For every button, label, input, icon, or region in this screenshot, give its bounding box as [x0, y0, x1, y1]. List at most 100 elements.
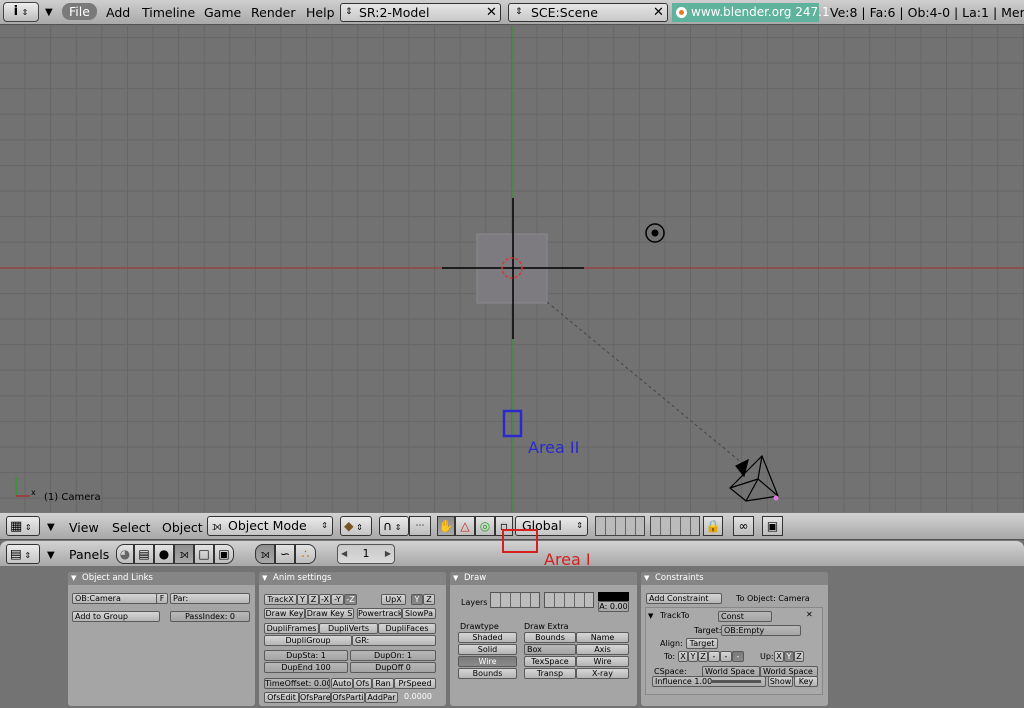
dupon-field[interactable]: DupOn: 1 — [350, 650, 436, 661]
powertrack-button[interactable]: Powertrack — [357, 608, 402, 619]
editor-type-button[interactable]: i ⇕ — [3, 2, 39, 22]
rotate-manipulator[interactable]: ◎ — [475, 516, 495, 536]
align-target-button[interactable]: Target — [686, 638, 718, 649]
texspace-button[interactable]: TexSpace — [524, 656, 576, 667]
up-y-button[interactable]: Y — [784, 651, 794, 662]
to-negy-button[interactable]: - — [720, 651, 732, 662]
bounds-button[interactable]: Bounds — [524, 632, 576, 643]
drawtype-solid[interactable]: Solid — [458, 644, 517, 655]
axis-button[interactable]: Axis — [576, 644, 629, 655]
menu-object[interactable]: Object — [162, 520, 203, 535]
up-z-button[interactable]: Z — [794, 651, 804, 662]
add-to-group-button[interactable]: Add to Group — [72, 611, 160, 622]
editor-type-button[interactable]: ▤ ⇕ — [6, 544, 40, 564]
object-color-swatch[interactable] — [598, 592, 629, 601]
dupoff-field[interactable]: DupOff 0 — [350, 662, 436, 673]
menu-file[interactable]: File — [62, 3, 97, 20]
close-icon[interactable]: ✕ — [806, 610, 813, 620]
menu-select[interactable]: Select — [112, 520, 151, 535]
dupend-field[interactable]: DupEnd 100 — [264, 662, 348, 673]
menu-game[interactable]: Game — [204, 5, 241, 20]
to-negz-button[interactable]: - — [732, 651, 744, 662]
close-icon[interactable]: ✕ — [484, 5, 499, 20]
parent-field[interactable]: Par: — [170, 593, 250, 604]
track-negz-button[interactable]: -Z — [344, 594, 357, 605]
expand-triangle-icon[interactable]: ▼ — [648, 611, 653, 621]
track-negx-button[interactable]: -X — [319, 594, 331, 605]
addpar-button[interactable]: AddPar — [365, 692, 398, 703]
to-x-button[interactable]: X — [678, 651, 688, 662]
time-offset-field[interactable]: TimeOffset: 0.00 — [264, 678, 330, 689]
scene-context-button[interactable]: ▣ — [214, 544, 234, 564]
up-y-button[interactable]: Y — [411, 594, 423, 605]
to-negx-button[interactable]: - — [708, 651, 720, 662]
menu-view[interactable]: View — [69, 520, 99, 535]
fake-user-button[interactable]: F — [156, 593, 168, 604]
transp-button[interactable]: Transp — [524, 668, 576, 679]
add-constraint-button[interactable]: Add Constraint — [646, 593, 722, 604]
collapse-triangle-icon[interactable]: ▼ — [47, 522, 55, 533]
slowpa-button[interactable]: SlowPa — [402, 608, 436, 619]
name-button[interactable]: Name — [576, 632, 629, 643]
close-icon[interactable]: ✕ — [651, 5, 666, 20]
drawtype-bounds[interactable]: Bounds — [458, 668, 517, 679]
auto-button[interactable]: Auto — [331, 678, 353, 689]
mode-selector[interactable]: ⟕ Object Mode ⇕ — [207, 516, 333, 536]
menu-help[interactable]: Help — [306, 5, 335, 20]
track-z-button[interactable]: Z — [308, 594, 319, 605]
panel-title[interactable]: Anim settings — [259, 572, 446, 585]
object-subcontext-button[interactable]: ⟕ — [255, 544, 275, 564]
editing-context-button[interactable]: □ — [194, 544, 214, 564]
menu-timeline[interactable]: Timeline — [142, 5, 195, 20]
script-context-button[interactable]: ▤ — [134, 544, 154, 564]
screen-selector[interactable]: ⇕ SR:2-Model ✕ — [340, 3, 501, 22]
wire-button[interactable]: Wire — [576, 656, 629, 667]
track-y-button[interactable]: Y — [297, 594, 308, 605]
collapse-triangle-icon[interactable]: ▼ — [45, 7, 53, 18]
shading-context-button[interactable]: ● — [154, 544, 174, 564]
object-layers-grid-1[interactable] — [490, 592, 540, 608]
menu-add[interactable]: Add — [106, 5, 130, 20]
ofspare-button[interactable]: OfsPare — [299, 692, 331, 703]
track-negy-button[interactable]: -Y — [331, 594, 344, 605]
object-layers-grid-2[interactable] — [544, 592, 594, 608]
particles-subcontext-button[interactable]: ∴ — [295, 544, 316, 564]
ran-button[interactable]: Ran — [372, 678, 394, 689]
drawtype-shaded[interactable]: Shaded — [458, 632, 517, 643]
to-y-button[interactable]: Y — [688, 651, 698, 662]
draw-type-selector[interactable]: ◆ ⇕ — [340, 516, 372, 536]
3d-viewport[interactable]: x (1) Camera Area II — [0, 26, 1024, 512]
pass-index-field[interactable]: PassIndex: 0 — [170, 611, 250, 622]
track-x-button[interactable]: TrackX — [264, 594, 297, 605]
panel-title[interactable]: Object and Links — [68, 572, 255, 585]
ofsparti-button[interactable]: OfsParti — [331, 692, 365, 703]
physics-subcontext-button[interactable]: ∽ — [275, 544, 295, 564]
prspeed-button[interactable]: PrSpeed — [394, 678, 436, 689]
lock-layers-button[interactable]: 🔒 — [703, 516, 723, 536]
dupliframes-button[interactable]: DupliFrames — [264, 623, 319, 634]
target-field[interactable]: OB:Empty — [721, 625, 801, 636]
to-z-button[interactable]: Z — [698, 651, 708, 662]
object-context-button[interactable]: ⟕ — [174, 544, 194, 564]
alpha-field[interactable]: A: 0.00 — [598, 601, 629, 612]
pivot-options-button[interactable]: ⋯ — [409, 516, 431, 536]
blender-url-link[interactable]: www.blender.org 247.1 — [672, 3, 830, 22]
translate-manipulator[interactable]: △ — [455, 516, 475, 536]
collapse-triangle-icon[interactable]: ▼ — [47, 550, 55, 561]
pivot-selector[interactable]: ∩ ⇕ — [379, 516, 409, 536]
key-button[interactable]: Key — [794, 676, 818, 687]
panel-title[interactable]: Draw — [450, 572, 637, 585]
constraint-name-field[interactable]: Const — [718, 611, 772, 622]
dupligroup-button[interactable]: DupliGroup — [264, 635, 352, 646]
group-field[interactable]: GR: — [352, 635, 436, 646]
render-view-button[interactable]: ▣ — [762, 516, 783, 536]
dupsta-field[interactable]: DupSta: 1 — [264, 650, 348, 661]
show-button[interactable]: Show — [768, 676, 793, 687]
manipulator-toggle[interactable]: ✋ — [437, 516, 455, 536]
up-x-button[interactable]: UpX — [381, 594, 406, 605]
xray-button[interactable]: X-ray — [576, 668, 629, 679]
editor-type-button[interactable]: ▦ ⇕ — [6, 516, 40, 536]
frame-counter[interactable]: ◀ 1 ▶ — [337, 544, 395, 564]
drawtype-wire[interactable]: Wire — [458, 656, 517, 667]
up-z-button[interactable]: Z — [423, 594, 435, 605]
